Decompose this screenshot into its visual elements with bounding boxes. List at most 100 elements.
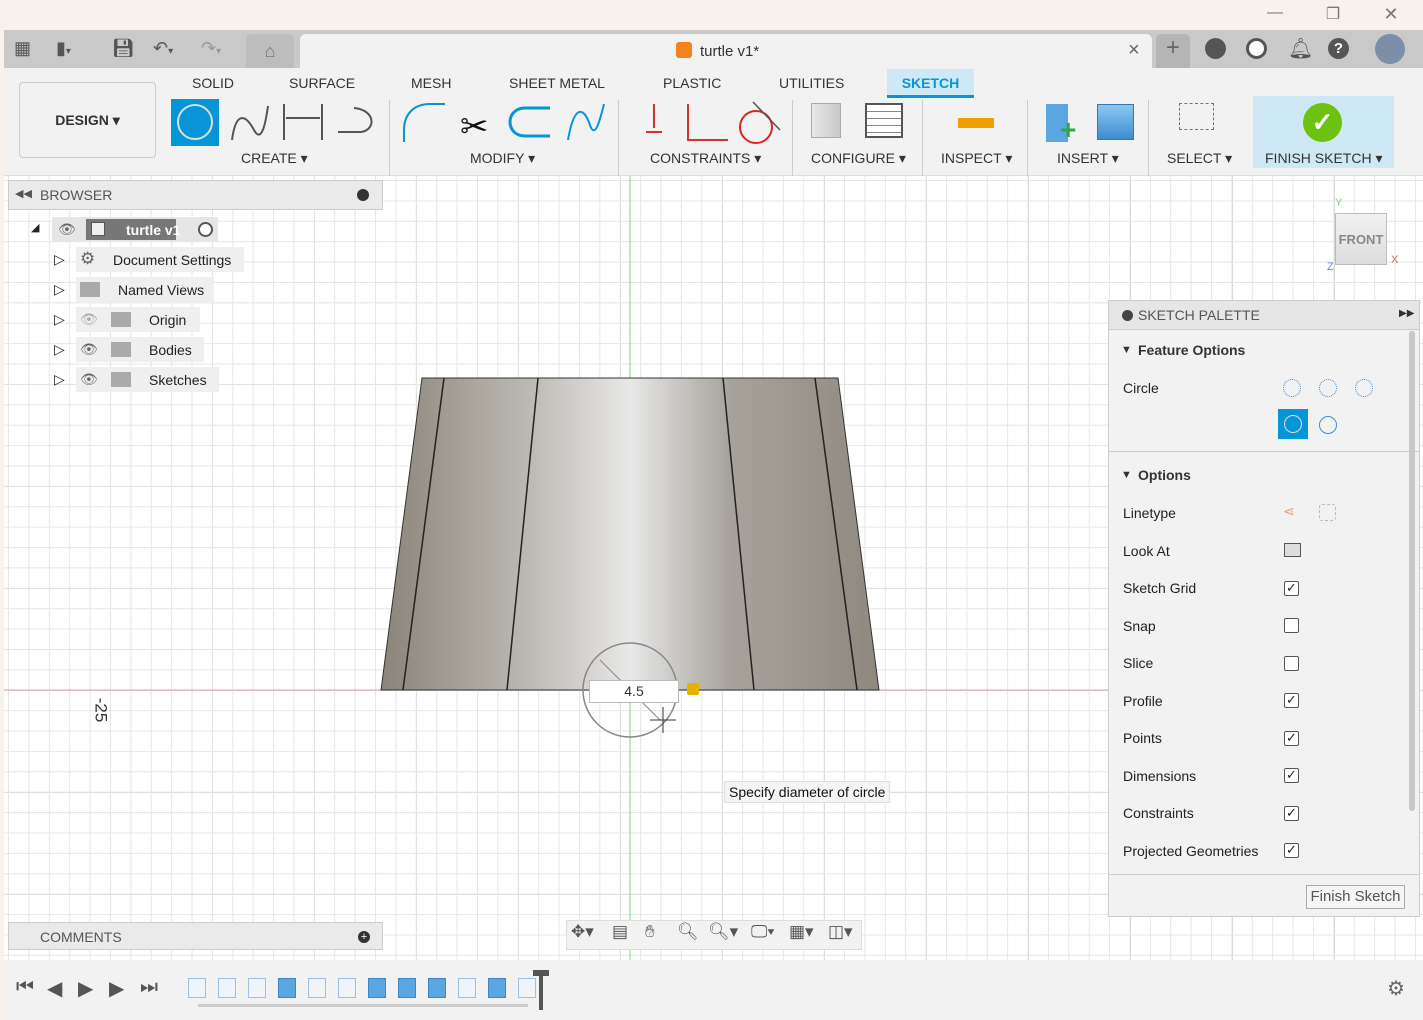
step-back-icon[interactable]: ◀ [47,976,62,1001]
snap-checkbox[interactable] [1284,618,1299,633]
fit-icon[interactable]: 🔍︎▾ [708,922,738,942]
profile-label: Profile [1123,693,1163,709]
activate-radio[interactable] [198,222,213,237]
timeline-extrude-feature[interactable] [278,978,296,998]
timeline-extrude-feature[interactable] [428,978,446,998]
timeline-sketch-feature[interactable] [308,978,326,998]
comments-panel[interactable]: COMMENTS + [8,922,383,950]
collapse-triangle-icon[interactable]: ▼ [1121,469,1132,481]
timeline-sketch-feature[interactable] [458,978,476,998]
timeline-sketch-feature[interactable] [188,978,206,998]
projected-geometries-label: Projected Geometries [1123,843,1259,859]
viewcube-front[interactable]: FRONT [1335,213,1387,265]
center-circle-icon[interactable] [1283,379,1301,397]
browser-item-named-views[interactable]: Named Views [76,277,214,302]
timeline-track [198,1004,528,1007]
grid-axis-label: -25 [91,697,111,723]
zoom-icon[interactable]: 🔍︎ [677,922,699,942]
orbit-icon[interactable]: ✥▾ [571,922,594,942]
lock-icon [687,683,699,695]
sketch-palette: SKETCH PALETTE ▶▶ ▼ Feature Options Circ… [1108,300,1420,917]
diameter-circle-icon-active[interactable] [1278,409,1308,439]
construction-linetype-icon[interactable]: ⋖ [1283,503,1295,520]
browser-item-origin[interactable]: 👁︎ Origin [76,307,200,332]
palette-header[interactable]: SKETCH PALETTE ▶▶ [1109,301,1419,330]
browser-root-item[interactable]: 👁︎ turtle v1 [52,217,218,242]
expand-root-icon[interactable]: ◢ [31,221,39,234]
palette-scrollbar[interactable] [1409,331,1415,811]
display-settings-icon[interactable]: 🖵▾ [751,922,775,942]
browser-header[interactable]: ◀◀ BROWSER [8,180,383,210]
look-at-icon[interactable]: ▤ [612,922,628,942]
timeline-extrude-feature[interactable] [368,978,386,998]
timeline-sketch-feature[interactable] [518,978,536,998]
add-comment-icon[interactable]: + [358,931,370,943]
expand-icon[interactable]: ▷ [54,311,65,328]
item-label: Named Views [118,282,205,298]
pan-hand-icon[interactable]: ✋︎ [645,922,655,942]
timeline-sketch-feature[interactable] [218,978,236,998]
comments-title: COMMENTS [40,929,122,945]
expand-icon[interactable]: ▷ [54,281,65,298]
command-tooltip: Specify diameter of circle [724,781,891,803]
timeline-marker-head [533,970,549,976]
step-forward-icon[interactable]: ▶ [109,976,124,1001]
browser-item-sketches[interactable]: 👁︎ Sketches [76,367,219,392]
timeline-sketch-feature[interactable] [338,978,356,998]
root-component-name: turtle v1 [126,222,181,238]
folder-icon [111,312,131,327]
centerline-linetype-icon[interactable] [1319,504,1336,521]
snap-label: Snap [1123,618,1156,634]
play-icon[interactable]: ▶ [78,976,93,1001]
dimensions-checkbox[interactable]: ✓ [1284,768,1299,783]
visibility-eye-icon: 👁︎ [80,341,98,357]
hidden-eye-icon: 👁︎ [80,311,98,327]
viewcube-x-label: X [1391,254,1399,266]
collapse-icon[interactable]: ◀◀ [15,187,32,200]
palette-expand-icon[interactable]: ▶▶ [1399,308,1414,319]
three-point-circle-icon[interactable] [1355,379,1373,397]
item-label: Document Settings [113,252,232,268]
palette-title: SKETCH PALETTE [1138,307,1260,323]
slice-checkbox[interactable] [1284,656,1299,671]
timeline-settings-gear-icon[interactable]: ⚙ [1387,976,1405,1001]
folder-icon [111,342,131,357]
visibility-eye-icon: 👁︎ [80,371,98,387]
tangent-circle-icon[interactable] [1319,416,1337,434]
item-label: Origin [149,312,187,328]
browser-minimize-icon[interactable] [357,189,369,201]
palette-minimize-icon[interactable] [1122,310,1133,321]
expand-icon[interactable]: ▷ [54,371,65,388]
expand-icon[interactable]: ▷ [54,251,65,268]
visibility-eye-icon[interactable]: 👁︎ [58,221,76,238]
folder-icon [111,372,131,387]
component-icon [91,222,105,236]
points-checkbox[interactable]: ✓ [1284,731,1299,746]
linetype-label: Linetype [1123,505,1176,521]
collapse-triangle-icon[interactable]: ▼ [1121,344,1132,356]
sketch-grid-label: Sketch Grid [1123,580,1197,596]
go-to-start-icon[interactable]: ⏮ [16,976,34,999]
expand-icon[interactable]: ▷ [54,341,65,358]
timeline-marker[interactable] [539,972,543,1010]
profile-checkbox[interactable]: ✓ [1284,693,1299,708]
timeline-revolve-feature[interactable] [398,978,416,998]
item-label: Bodies [149,342,192,358]
projected-geometries-checkbox[interactable]: ✓ [1284,843,1299,858]
timeline-sketch-feature[interactable] [248,978,266,998]
grid-snaps-icon[interactable]: ▦▾ [789,922,814,942]
diameter-input[interactable]: 4.5 [589,680,679,703]
item-label: Sketches [149,372,207,388]
viewports-icon[interactable]: ◫▾ [828,922,853,942]
browser-item-document-settings[interactable]: ⚙ Document Settings [76,247,244,272]
timeline-extrude-feature[interactable] [488,978,506,998]
look-at-icon[interactable] [1284,543,1301,557]
constraints-checkbox[interactable]: ✓ [1284,806,1299,821]
go-to-end-icon[interactable]: ⏭ [140,976,158,999]
browser-item-bodies[interactable]: 👁︎ Bodies [76,337,204,362]
finish-sketch-palette-button[interactable]: Finish Sketch [1306,885,1405,909]
two-point-circle-icon[interactable] [1319,379,1337,397]
sketch-grid-checkbox[interactable]: ✓ [1284,581,1299,596]
timeline [4,960,1423,1020]
constraints-label: Constraints [1123,805,1194,821]
